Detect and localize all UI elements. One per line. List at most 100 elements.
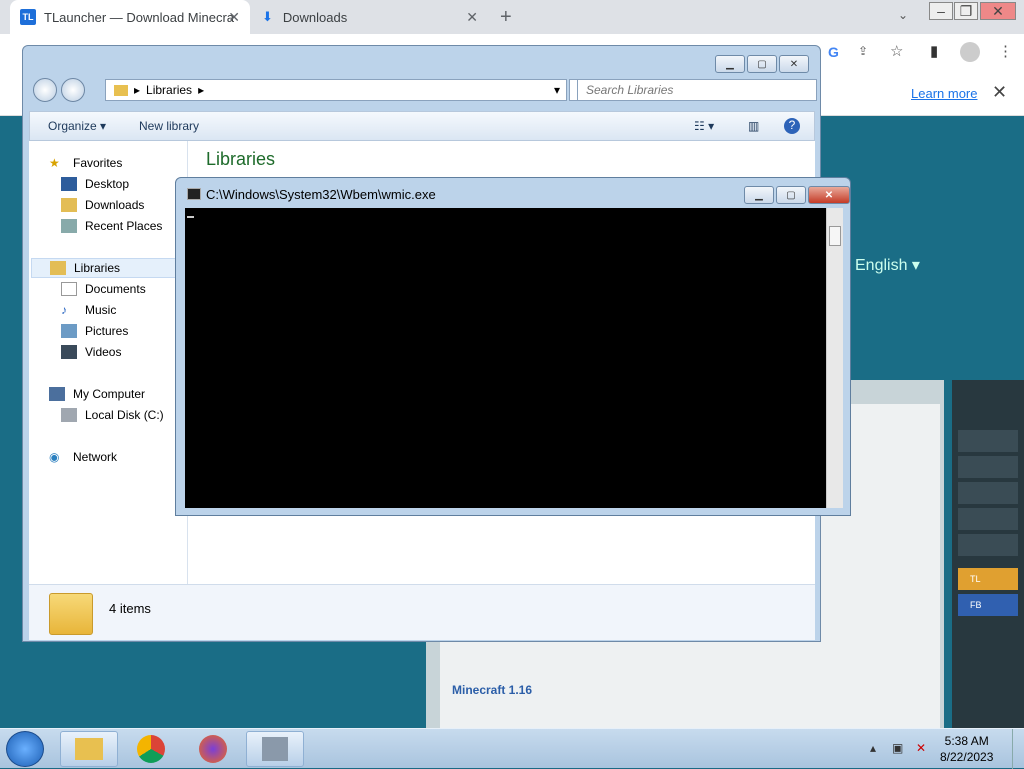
close-tab-icon[interactable]: ✕ [228, 9, 240, 26]
close-tab-icon[interactable]: ✕ [466, 9, 478, 26]
nav-network[interactable]: ◉ Network [49, 447, 117, 467]
preview-pane-icon[interactable]: ▥ [748, 119, 759, 133]
language-selector[interactable]: English ▾ [855, 255, 920, 275]
videos-icon [61, 345, 77, 359]
address-text: Libraries [146, 83, 193, 97]
nav-desktop[interactable]: Desktop [61, 174, 129, 194]
side-panel-icon[interactable]: ▮ [930, 42, 938, 60]
clock-date: 8/22/2023 [940, 750, 994, 764]
help-icon[interactable]: ? [784, 118, 800, 134]
libraries-icon [50, 261, 66, 275]
details-pane: 4 items [29, 584, 815, 640]
explorer-nav-row: ▸ Libraries ▸ ▾ Search Libraries [29, 76, 817, 106]
organize-button[interactable]: Organize ▾ [48, 119, 106, 133]
browser-tabbar: TL TLauncher — Download Minecra ✕ ⬇ Down… [0, 0, 1024, 34]
learn-more-link[interactable]: Learn more [911, 86, 977, 101]
taskbar: ▴ ▣ ✕ 5:38 AM 8/22/2023 [0, 728, 1024, 769]
item-count: 4 items [109, 601, 151, 616]
nav-videos[interactable]: Videos [61, 342, 121, 362]
taskbar-wmic[interactable] [246, 731, 304, 767]
taskbar-clock[interactable]: 5:38 AM 8/22/2023 [940, 733, 993, 765]
libraries-folder-icon [49, 593, 93, 635]
sidebar-item-tl[interactable]: TL [958, 568, 1018, 590]
music-icon: ♪ [61, 303, 67, 317]
address-dropdown-icon[interactable]: ▾ [554, 83, 560, 97]
volume-muted-icon[interactable]: ✕ [916, 741, 926, 755]
nav-favorites[interactable]: ★ Favorites [49, 153, 122, 173]
wmic-icon [262, 737, 288, 761]
restore-button[interactable]: ❐ [954, 2, 978, 20]
view-options-icon[interactable]: ☷ ▾ [694, 119, 714, 133]
sidebar-item[interactable] [958, 456, 1018, 478]
minimize-button[interactable]: ▁ [744, 186, 774, 204]
new-library-button[interactable]: New library [139, 119, 199, 133]
sidebar-item-fb[interactable]: FB [958, 594, 1018, 616]
tab-search-icon[interactable]: ⌄ [898, 8, 908, 22]
menu-icon[interactable]: ⋮ [998, 42, 1013, 60]
nav-recent-places[interactable]: Recent Places [61, 216, 162, 236]
nav-libraries[interactable]: Libraries [31, 258, 183, 278]
folder-icon [75, 738, 103, 760]
close-button[interactable]: ✕ [808, 186, 850, 204]
chrome-icon [137, 735, 165, 763]
maximize-button[interactable]: ▢ [776, 186, 806, 204]
taskbar-explorer[interactable] [60, 731, 118, 767]
start-button[interactable] [6, 731, 44, 767]
minimize-button[interactable]: – [929, 2, 953, 20]
network-tray-icon[interactable]: ▣ [892, 741, 903, 755]
back-button[interactable] [33, 78, 57, 102]
nav-music[interactable]: ♪ Music [61, 300, 116, 320]
tab-downloads[interactable]: ⬇ Downloads ✕ [252, 0, 488, 34]
minimize-button[interactable]: ▁ [715, 55, 745, 73]
clock-time: 5:38 AM [944, 734, 989, 748]
nav-my-computer[interactable]: My Computer [49, 384, 145, 404]
nav-downloads[interactable]: Downloads [61, 195, 144, 215]
desktop-icon [61, 177, 77, 191]
infobar-close-icon[interactable]: ✕ [992, 82, 1007, 103]
sidebar-item[interactable] [958, 430, 1018, 452]
recent-places-icon [61, 219, 77, 233]
disk-icon [61, 408, 77, 422]
share-icon[interactable]: ⇪ [858, 44, 868, 58]
sidebar-item[interactable] [958, 482, 1018, 504]
tab-label: Downloads [282, 9, 348, 25]
library-icon [114, 84, 128, 96]
network-icon: ◉ [49, 450, 60, 464]
nav-pictures[interactable]: Pictures [61, 321, 128, 341]
text-cursor [187, 216, 194, 218]
close-button[interactable]: ✕ [980, 2, 1016, 20]
taskbar-chrome[interactable] [122, 731, 180, 767]
address-bar[interactable]: ▸ Libraries ▸ ▾ [105, 79, 567, 101]
computer-icon [49, 387, 65, 401]
close-button[interactable]: ✕ [779, 55, 809, 73]
tab-tlauncher[interactable]: TL TLauncher — Download Minecra ✕ [10, 0, 250, 34]
profile-avatar[interactable] [960, 42, 980, 62]
bookmark-star-icon[interactable]: ☆ [890, 42, 903, 60]
firefox-icon [199, 735, 227, 763]
explorer-window-controls: ▁ ▢ ✕ [715, 55, 809, 73]
show-desktop-button[interactable] [1012, 729, 1024, 769]
google-icon[interactable]: G [828, 44, 839, 60]
sidebar-item[interactable] [958, 508, 1018, 530]
vertical-scrollbar[interactable] [826, 208, 843, 508]
search-input[interactable]: Search Libraries [577, 79, 817, 101]
maximize-button[interactable]: ▢ [747, 55, 777, 73]
news-heading[interactable]: Minecraft 1.16 [452, 683, 532, 697]
nav-documents[interactable]: Documents [61, 279, 146, 299]
console-output[interactable] [185, 208, 826, 508]
sidebar-item[interactable] [958, 534, 1018, 556]
wmic-console-window: C:\Windows\System32\Wbem\wmic.exe ▁ ▢ ✕ [175, 177, 851, 516]
show-hidden-icons[interactable]: ▴ [870, 741, 876, 755]
download-icon: ⬇ [262, 9, 273, 24]
command-bar: Organize ▾ New library ☷ ▾ ▥ ? [29, 111, 815, 141]
taskbar-firefox[interactable] [184, 731, 242, 767]
tlauncher-favicon-icon: TL [20, 9, 36, 25]
nav-local-disk[interactable]: Local Disk (C:) [61, 405, 164, 425]
site-sidebar: TL FB [952, 380, 1024, 728]
star-icon: ★ [49, 156, 60, 170]
new-tab-button[interactable]: + [500, 6, 512, 29]
pictures-icon [61, 324, 77, 338]
forward-button[interactable] [61, 78, 85, 102]
scroll-thumb[interactable] [829, 226, 841, 246]
console-title: C:\Windows\System32\Wbem\wmic.exe [206, 187, 436, 202]
